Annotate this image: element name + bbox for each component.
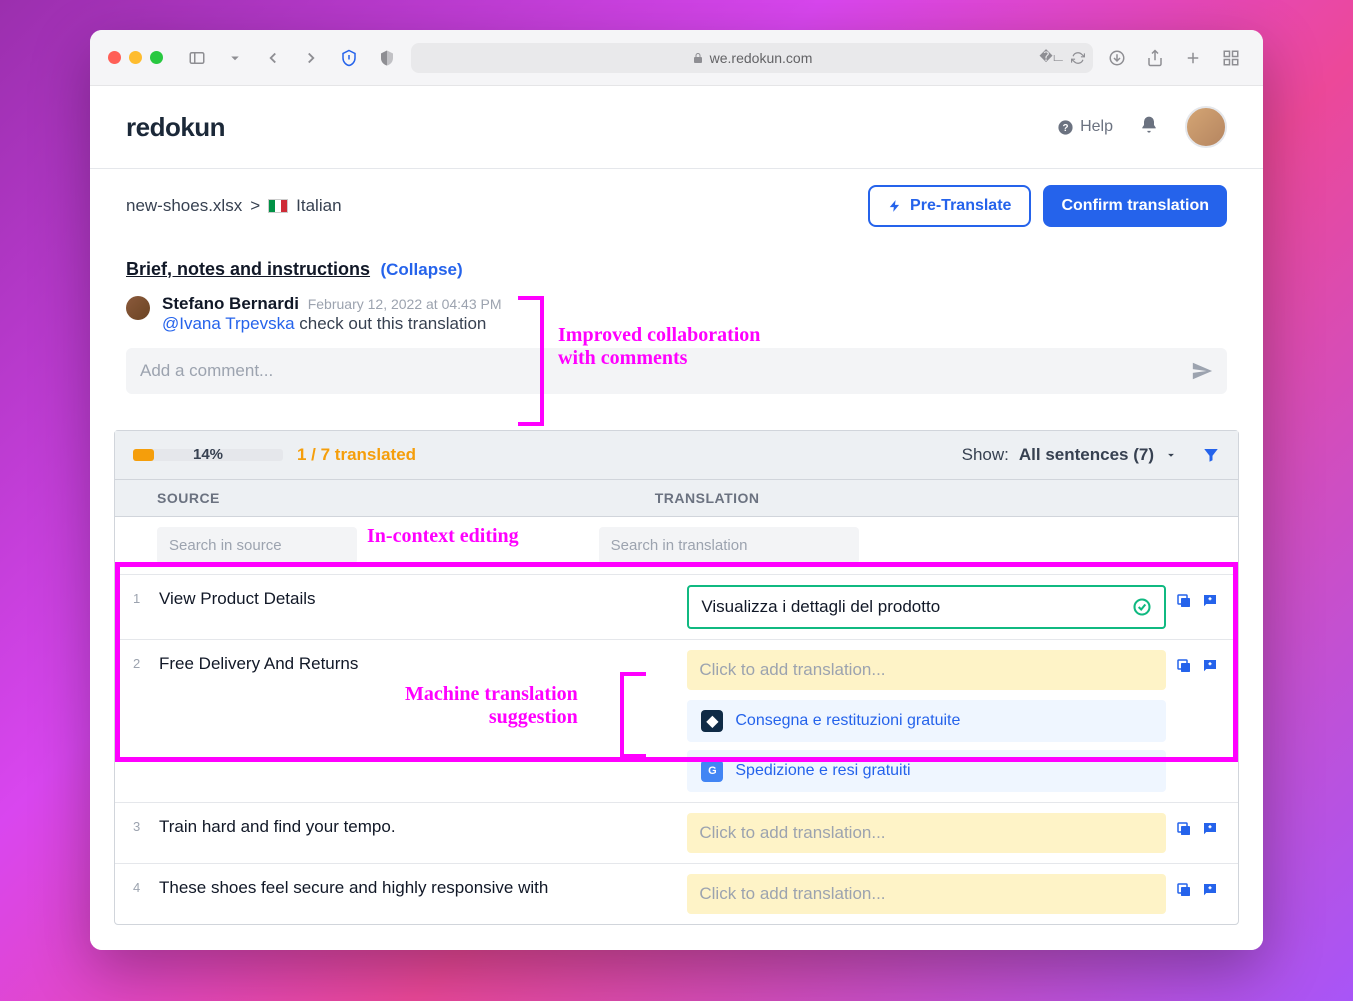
segment-number: 4: [133, 874, 151, 895]
translation-input[interactable]: Click to add translation...: [687, 650, 1166, 690]
segment-row: 3 Train hard and find your tempo. Click …: [115, 802, 1238, 863]
segment-row: 1 View Product Details Visualizza i dett…: [115, 574, 1238, 639]
mt-suggestion-item[interactable]: ◆ Consegna e restituzioni gratuite: [687, 700, 1166, 742]
mt-suggestion-item[interactable]: G Spedizione e resi gratuiti: [687, 750, 1166, 792]
send-icon[interactable]: [1191, 360, 1213, 382]
notes-section: Brief, notes and instructions (Collapse)…: [90, 243, 1263, 400]
segment-number: 1: [133, 585, 151, 606]
chevron-down-icon: [1164, 448, 1178, 462]
annotation-bracket: [518, 296, 544, 426]
user-mention[interactable]: @Ivana Trpevska: [162, 314, 295, 333]
tab-overview-icon[interactable]: [1217, 46, 1245, 70]
segment-number: 2: [133, 650, 151, 671]
back-button[interactable]: [259, 46, 287, 70]
app-header: redokun ? Help: [90, 86, 1263, 169]
source-column-header: SOURCE: [133, 490, 655, 506]
segment-source-text: These shoes feel secure and highly respo…: [159, 874, 679, 898]
svg-text:?: ?: [1063, 123, 1069, 134]
maximize-window-button[interactable]: [150, 51, 163, 64]
note-author-avatar: [126, 296, 150, 320]
funnel-icon[interactable]: [1202, 446, 1220, 464]
language-name: Italian: [296, 196, 341, 216]
segment-row: 4 These shoes feel secure and highly res…: [115, 863, 1238, 924]
annotation-collab: Improved collaboration with comments: [558, 324, 760, 370]
pre-translate-button[interactable]: Pre-Translate: [868, 185, 1031, 227]
tracker-shield-icon[interactable]: [373, 46, 401, 70]
translation-input[interactable]: Click to add translation...: [687, 874, 1166, 914]
editor-header: 14% 1 / 7 translated Show: All sentences…: [115, 431, 1238, 480]
user-avatar[interactable]: [1185, 106, 1227, 148]
target-column-header: TRANSLATION: [655, 490, 1220, 506]
copy-source-icon[interactable]: [1174, 880, 1194, 900]
address-bar[interactable]: we.redokun.com �ட: [411, 43, 1093, 73]
lock-icon: [692, 52, 704, 64]
search-target-input[interactable]: Search in translation: [599, 527, 859, 564]
share-icon[interactable]: [1141, 46, 1169, 70]
browser-window: we.redokun.com �ட redokun ? Help: [90, 30, 1263, 950]
bolt-icon: [888, 199, 902, 213]
progress-bar: 14%: [133, 449, 283, 461]
confirm-translation-button[interactable]: Confirm translation: [1043, 185, 1227, 227]
breadcrumb: new-shoes.xlsx > Italian: [126, 196, 342, 216]
comment-icon[interactable]: [1200, 819, 1220, 839]
sub-header: new-shoes.xlsx > Italian Pre-Translate C…: [90, 169, 1263, 243]
progress-percent: 14%: [193, 446, 223, 463]
search-source-input[interactable]: Search in source: [157, 527, 357, 564]
filter-dropdown[interactable]: Show: All sentences (7): [962, 445, 1220, 465]
translate-icon[interactable]: �ட: [1039, 49, 1063, 66]
segment-number: 3: [133, 813, 151, 834]
brand-logo[interactable]: redokun: [126, 112, 225, 143]
file-name[interactable]: new-shoes.xlsx: [126, 196, 242, 216]
check-icon: [1132, 597, 1152, 617]
search-row: Search in source In-context editing Sear…: [115, 517, 1238, 574]
note-date: February 12, 2022 at 04:43 PM: [308, 296, 502, 312]
sidebar-toggle-icon[interactable]: [183, 46, 211, 70]
close-window-button[interactable]: [108, 51, 121, 64]
tab-group-dropdown-icon[interactable]: [221, 46, 249, 70]
collapse-link[interactable]: (Collapse): [380, 260, 462, 279]
reload-icon[interactable]: [1071, 51, 1085, 65]
comment-icon[interactable]: [1200, 656, 1220, 676]
forward-button[interactable]: [297, 46, 325, 70]
translation-input[interactable]: Click to add translation...: [687, 813, 1166, 853]
downloads-icon[interactable]: [1103, 46, 1131, 70]
help-icon: ?: [1057, 119, 1074, 136]
segment-row: 2 Free Delivery And Returns Click to add…: [115, 639, 1238, 802]
comment-icon[interactable]: [1200, 591, 1220, 611]
google-translate-icon: G: [701, 760, 723, 782]
notes-title: Brief, notes and instructions: [126, 259, 370, 279]
browser-toolbar: we.redokun.com �ட: [90, 30, 1263, 86]
note-message: check out this translation: [295, 314, 487, 333]
url-text: we.redokun.com: [710, 50, 813, 66]
segment-source-text: View Product Details: [159, 585, 679, 609]
mt-suggestions: ◆ Consegna e restituzioni gratuite G Spe…: [687, 700, 1166, 792]
segment-source-text: Train hard and find your tempo.: [159, 813, 679, 837]
notifications-icon[interactable]: [1139, 115, 1159, 140]
annotation-bracket-mt: [620, 672, 646, 758]
progress-label: 1 / 7 translated: [297, 445, 416, 465]
privacy-shield-icon[interactable]: [335, 46, 363, 70]
editor-panel: 14% 1 / 7 translated Show: All sentences…: [114, 430, 1239, 925]
copy-source-icon[interactable]: [1174, 591, 1194, 611]
annotation-mt: Machine translation suggestion: [405, 683, 578, 729]
note-author-name: Stefano Bernardi: [162, 294, 299, 313]
page-content: redokun ? Help new-shoes.xlsx > Italian: [90, 86, 1263, 950]
translation-input[interactable]: Visualizza i dettagli del prodotto: [687, 585, 1166, 629]
italian-flag-icon: [268, 199, 288, 213]
column-headers: SOURCE TRANSLATION: [115, 480, 1238, 517]
copy-source-icon[interactable]: [1174, 656, 1194, 676]
deepl-icon: ◆: [701, 710, 723, 732]
segment-source-text: Free Delivery And Returns: [159, 650, 679, 674]
window-controls: [108, 51, 163, 64]
copy-source-icon[interactable]: [1174, 819, 1194, 839]
minimize-window-button[interactable]: [129, 51, 142, 64]
help-link[interactable]: ? Help: [1057, 118, 1113, 136]
annotation-incontext: In-context editing: [367, 525, 519, 564]
comment-icon[interactable]: [1200, 880, 1220, 900]
new-tab-icon[interactable]: [1179, 46, 1207, 70]
